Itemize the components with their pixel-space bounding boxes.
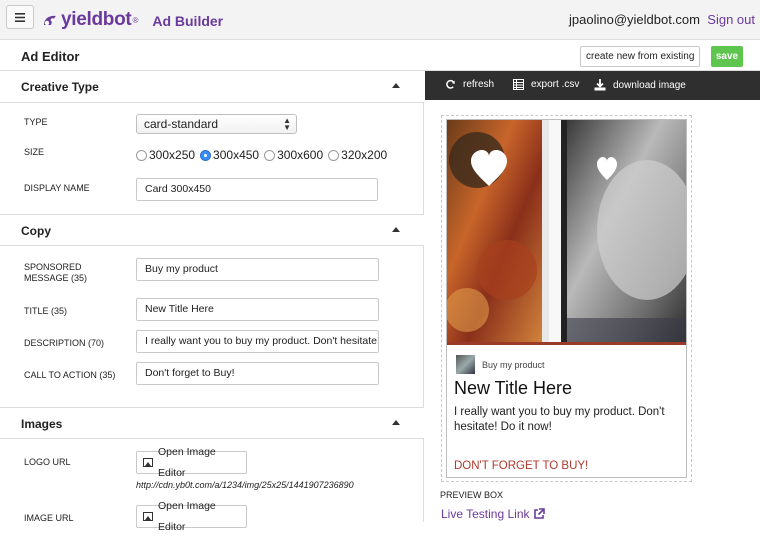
logo-url-label: LOGO URL: [24, 457, 71, 467]
display-name-label: DISPLAY NAME: [24, 183, 90, 193]
size-option-300x600[interactable]: 300x600: [264, 148, 323, 162]
card-call-to-action[interactable]: DON'T FORGET TO BUY!: [454, 460, 588, 472]
top-bar: yieldbot ® Ad Builder jpaolino@yieldbot.c…: [0, 0, 760, 40]
editor-bar: Ad Editor create new from existing save: [0, 41, 760, 71]
select-arrows-icon: ▲ ▼: [283, 116, 291, 132]
type-label: TYPE: [24, 117, 48, 127]
collapse-caret-icon[interactable]: [392, 420, 400, 425]
export-csv-label: export .csv: [531, 79, 580, 90]
hamburger-icon: [15, 12, 25, 22]
live-testing-link[interactable]: Live Testing Link: [441, 507, 545, 521]
radio-button[interactable]: [136, 149, 147, 161]
download-icon: [594, 79, 606, 91]
preview-panel: refresh export .csv download image Buy m…: [425, 71, 760, 522]
trademark-mark: ®: [132, 15, 139, 25]
description-input[interactable]: I really want you to buy my product. Don…: [136, 330, 379, 353]
radio-button[interactable]: [264, 149, 276, 161]
sponsored-message-label: SPONSORED MESSAGE (35): [24, 262, 88, 283]
download-image-button[interactable]: download image: [594, 79, 686, 91]
section-copy-header[interactable]: Copy: [0, 214, 424, 246]
logo-open-image-editor-button[interactable]: Open Image Editor: [136, 446, 247, 479]
page-title: Ad Editor: [21, 49, 80, 64]
sponsor-logo-image: [456, 355, 475, 374]
editor-panel: Creative Type TYPE card-standard ▲ ▼ SIZE…: [0, 71, 424, 533]
collapse-caret-icon[interactable]: [392, 83, 400, 88]
spreadsheet-icon: [513, 79, 524, 90]
sponsored-message-input[interactable]: Buy my product: [136, 258, 379, 281]
menu-button[interactable]: [6, 5, 34, 29]
user-email: jpaolino@yieldbot.com: [569, 12, 700, 27]
download-image-label: download image: [613, 79, 686, 91]
type-select[interactable]: card-standard ▲ ▼: [136, 114, 297, 134]
preview-box-label: PREVIEW BOX: [440, 490, 504, 500]
description-label: DESCRIPTION (70): [24, 338, 105, 348]
radio-label: 300x450: [213, 148, 260, 162]
yieldbot-logo-icon: [44, 15, 56, 26]
card-title: New Title Here: [454, 378, 573, 398]
ad-card-preview: Buy my product New Title Here I really w…: [446, 119, 687, 478]
call-to-action-label: CALL TO ACTION (35): [24, 370, 116, 380]
image-icon: [143, 458, 153, 467]
size-option-300x250[interactable]: 300x250: [136, 148, 195, 162]
save-button[interactable]: save: [711, 46, 743, 67]
card-hero-image: [447, 120, 686, 345]
card-description: I really want you to buy my product. Don…: [454, 406, 665, 433]
radio-label: 320x200: [341, 148, 388, 162]
title-label: TITLE (35): [24, 306, 68, 316]
size-option-320x200[interactable]: 320x200: [328, 148, 387, 162]
size-radio-group: 300x250 300x450 300x600 320x200: [136, 148, 392, 162]
image-open-image-editor-button[interactable]: Open Image Editor: [136, 500, 247, 533]
brand-wordmark: yieldbot: [61, 9, 132, 30]
live-testing-link-label: Live Testing Link: [441, 507, 530, 521]
refresh-button[interactable]: refresh: [445, 79, 494, 90]
section-title: Copy: [21, 224, 51, 238]
section-creative-type-header[interactable]: Creative Type: [0, 71, 424, 103]
section-title: Images: [21, 417, 63, 431]
brand[interactable]: yieldbot ® Ad Builder: [42, 9, 223, 31]
radio-label: 300x600: [277, 148, 324, 162]
type-select-value: card-standard: [144, 117, 219, 131]
section-title: Creative Type: [21, 80, 99, 94]
create-new-from-existing-button[interactable]: create new from existing: [580, 46, 701, 67]
preview-box: Buy my product New Title Here I really w…: [441, 115, 692, 482]
image-icon: [143, 512, 153, 521]
title-input[interactable]: New Title Here: [136, 298, 379, 321]
radio-label: 300x250: [149, 148, 196, 162]
refresh-icon: [446, 79, 455, 89]
collapse-caret-icon[interactable]: [392, 227, 400, 232]
export-csv-button[interactable]: export .csv: [513, 79, 579, 90]
card-sponsored-message: Buy my product: [482, 360, 545, 370]
logo-url-value: http://cdn.yb0t.com/a/1234/img/25x25/144…: [136, 480, 354, 490]
radio-button[interactable]: [328, 149, 340, 161]
sign-out-link[interactable]: Sign out: [707, 12, 755, 27]
section-images-header[interactable]: Images: [0, 407, 424, 439]
button-label: Open Image Editor: [157, 499, 216, 533]
image-url-label: IMAGE URL: [24, 513, 74, 523]
size-label: SIZE: [24, 147, 45, 157]
radio-button-selected[interactable]: [200, 149, 212, 161]
button-label: Open Image Editor: [157, 445, 216, 479]
product-name: Ad Builder: [152, 13, 224, 29]
display-name-input[interactable]: Card 300x450: [136, 178, 378, 201]
size-option-300x450[interactable]: 300x450: [200, 148, 259, 162]
call-to-action-input[interactable]: Don't forget to Buy!: [136, 362, 379, 385]
preview-toolbar: refresh export .csv download image: [425, 71, 760, 100]
refresh-label: refresh: [463, 79, 495, 90]
external-link-icon: [533, 508, 545, 519]
